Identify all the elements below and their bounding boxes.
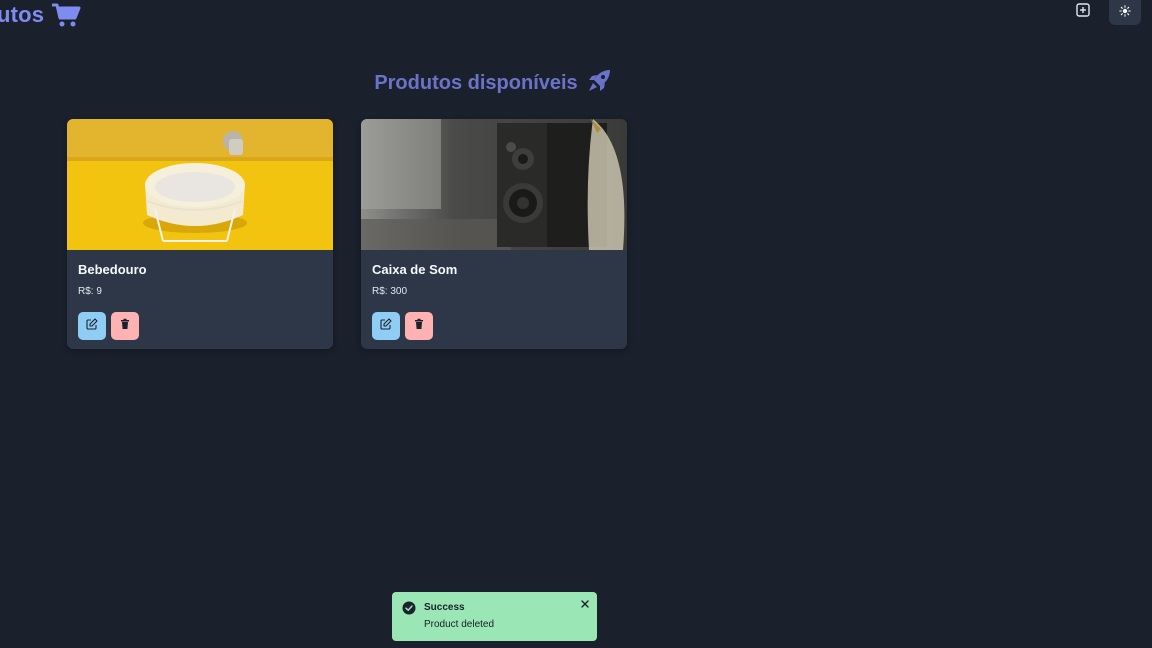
close-icon[interactable] (579, 597, 591, 609)
check-circle-icon (402, 601, 416, 620)
page-heading: Produtos disponíveis (0, 68, 986, 99)
product-price: R$: 300 (372, 286, 408, 297)
plus-square-icon (1076, 3, 1090, 22)
product-actions (78, 312, 322, 340)
toast-title: Success (424, 602, 465, 613)
product-name: Bebedouro (78, 262, 147, 277)
toast-success: Success Product deleted (392, 592, 597, 641)
theme-toggle-button[interactable] (1109, 0, 1141, 25)
bowl-image (67, 119, 333, 250)
edit-icon (86, 317, 98, 335)
delete-product-button[interactable] (405, 312, 433, 340)
delete-product-button[interactable] (111, 312, 139, 340)
top-actions (1067, 0, 1141, 25)
product-card: Bebedouro R$: 9 (67, 119, 333, 349)
toast-description: Product deleted (424, 619, 495, 630)
brand: utos (0, 0, 82, 30)
product-actions (372, 312, 616, 340)
product-list: Bebedouro R$: 9 Caixa de Som R$: 300 (67, 119, 627, 349)
product-name: Caixa de Som (372, 262, 458, 277)
rocket-icon (586, 68, 612, 99)
edit-product-button[interactable] (78, 312, 106, 340)
trash-icon (119, 317, 131, 335)
cart-icon (52, 2, 82, 28)
sun-icon (1119, 4, 1131, 22)
trash-icon (413, 317, 425, 335)
page-title: Produtos disponíveis (374, 72, 578, 94)
brand-text: utos (0, 2, 45, 27)
product-price: R$: 9 (78, 286, 102, 297)
add-product-button[interactable] (1067, 0, 1099, 25)
product-card: Caixa de Som R$: 300 (361, 119, 627, 349)
edit-product-button[interactable] (372, 312, 400, 340)
speaker-image (361, 119, 627, 250)
edit-icon (380, 317, 392, 335)
page: utos Produtos disponíveis Bebedouro R$: … (0, 0, 1152, 648)
